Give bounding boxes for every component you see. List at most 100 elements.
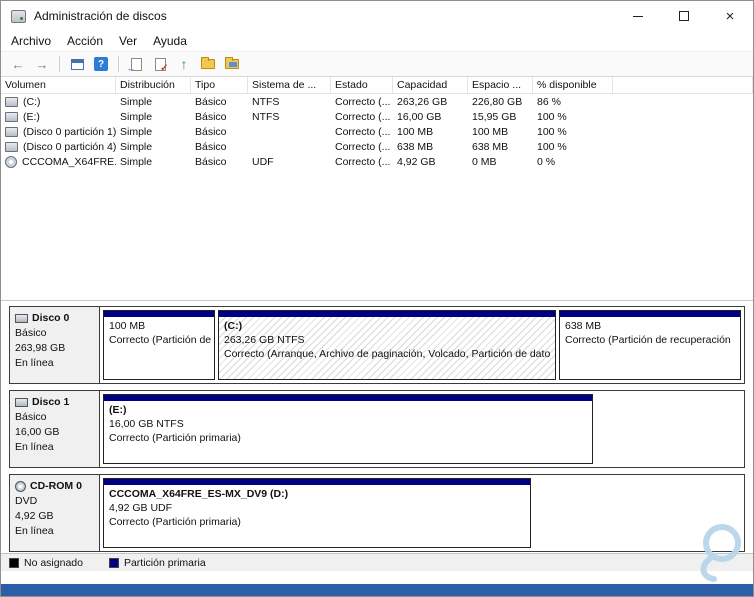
table-row[interactable]: (Disco 0 partición 4) Simple Básico Corr… <box>1 139 753 154</box>
legend-label: Partición primaria <box>123 556 206 569</box>
disk-type: Básico <box>15 411 47 423</box>
cd-icon <box>15 481 26 492</box>
menu-archivo[interactable]: Archivo <box>3 32 59 50</box>
disk-status: En línea <box>15 525 54 537</box>
column-header-distribucion[interactable]: Distribución <box>116 77 191 93</box>
disk-size: 263,98 GB <box>15 342 66 354</box>
toolbar-separator <box>118 56 119 72</box>
volume-list-pane: Volumen Distribución Tipo Sistema de ...… <box>1 77 753 301</box>
partition-size: 100 MB <box>109 320 146 332</box>
volume-name-cell: (Disco 0 partición 4) <box>1 141 116 153</box>
partition-status: Correcto (Partición primaria) <box>109 432 241 444</box>
partition-system-reserved[interactable]: 100 MB Correcto (Partición de s <box>103 310 215 380</box>
menu-ver[interactable]: Ver <box>111 32 145 50</box>
cd-icon <box>5 155 17 168</box>
drive-icon <box>5 126 18 137</box>
partition-e[interactable]: (E:) 16,00 GB NTFS Correcto (Partición p… <box>103 394 593 464</box>
column-header-estado[interactable]: Estado <box>331 77 393 93</box>
minimize-icon <box>633 15 643 17</box>
up-level-icon[interactable]: ↑ <box>173 54 195 74</box>
partition-status: Correcto (Partición de s <box>109 334 214 346</box>
disk-row-disco-1: Disco 1 Básico 16,00 GB En línea (E:) 16… <box>9 390 745 468</box>
legend-swatch-primary <box>108 557 119 568</box>
column-header-espacio[interactable]: Espacio ... <box>468 77 533 93</box>
disk-label-cdrom-0[interactable]: CD-ROM 0 DVD 4,92 GB En línea <box>10 475 100 551</box>
disk-row-cdrom-0: CD-ROM 0 DVD 4,92 GB En línea CCCOMA_X64… <box>9 474 745 552</box>
disk-icon <box>15 398 28 407</box>
volume-name-cell: (Disco 0 partición 1) <box>1 126 116 138</box>
toolbar: ← → ? ← ✓ ↑ <box>1 51 753 77</box>
volume-name-cell: (C:) <box>1 96 116 108</box>
disk-size: 4,92 GB <box>15 510 54 522</box>
partition-title: CCCOMA_X64FRE_ES-MX_DV9 (D:) <box>109 488 289 500</box>
properties-icon[interactable]: ← <box>125 54 147 74</box>
menu-ayuda[interactable]: Ayuda <box>145 32 195 50</box>
app-icon <box>11 9 26 23</box>
partition-c[interactable]: (C:) 263,26 GB NTFS Correcto (Arranque, … <box>218 310 556 380</box>
table-row[interactable]: (C:) Simple Básico NTFS Correcto (... 26… <box>1 94 753 109</box>
partition-status: Correcto (Partición primaria) <box>109 516 241 528</box>
legend-label: No asignado <box>24 556 83 569</box>
folder-settings-icon[interactable] <box>221 54 243 74</box>
column-header-capacidad[interactable]: Capacidad <box>393 77 468 93</box>
legend-item-primary: Partición primaria <box>108 556 206 569</box>
maximize-button[interactable] <box>661 1 707 31</box>
graphical-disk-pane: Disco 0 Básico 263,98 GB En línea 100 MB… <box>1 301 753 553</box>
partition-status: Correcto (Partición de recuperación <box>565 334 731 346</box>
folder-icon[interactable] <box>197 54 219 74</box>
table-row[interactable]: (Disco 0 partición 1) Simple Básico Corr… <box>1 124 753 139</box>
table-row[interactable]: (E:) Simple Básico NTFS Correcto (... 16… <box>1 109 753 124</box>
close-icon: × <box>725 7 735 25</box>
disk-type: Básico <box>15 327 47 339</box>
partition-title: (C:) <box>224 320 243 332</box>
partition-d[interactable]: CCCOMA_X64FRE_ES-MX_DV9 (D:) 4,92 GB UDF… <box>103 478 531 548</box>
disk-status: En línea <box>15 441 54 453</box>
toolbar-separator <box>59 56 60 72</box>
drive-icon <box>5 141 18 152</box>
legend-item-unallocated: No asignado <box>9 557 83 569</box>
titlebar: Administración de discos × <box>1 1 753 31</box>
disk-label-disco-0[interactable]: Disco 0 Básico 263,98 GB En línea <box>10 307 100 383</box>
partition-recovery[interactable]: 638 MB Correcto (Partición de recuperaci… <box>559 310 741 380</box>
disk-management-window: Administración de discos × Archivo Acció… <box>0 0 754 597</box>
drive-icon <box>5 111 18 122</box>
partition-status: Correcto (Arranque, Archivo de paginació… <box>224 348 551 360</box>
disk-type: DVD <box>15 495 38 507</box>
partition-title: (E:) <box>109 404 127 416</box>
partition-size: 638 MB <box>565 320 602 332</box>
drive-icon <box>5 96 18 107</box>
volume-name-cell: CCCOMA_X64FRE... <box>1 155 116 168</box>
column-header-filler <box>613 77 753 93</box>
column-header-volumen[interactable]: Volumen <box>1 77 116 93</box>
disk-icon <box>15 314 28 323</box>
rescan-disks-icon[interactable]: ✓ <box>149 54 171 74</box>
minimize-button[interactable] <box>615 1 661 31</box>
partition-size: 16,00 GB NTFS <box>109 418 184 430</box>
menu-accion[interactable]: Acción <box>59 32 111 50</box>
column-header-tipo[interactable]: Tipo <box>191 77 248 93</box>
footer-space <box>1 571 753 584</box>
volume-name-cell: (E:) <box>1 111 116 123</box>
table-header-row: Volumen Distribución Tipo Sistema de ...… <box>1 77 753 94</box>
column-header-sistema[interactable]: Sistema de ... <box>248 77 331 93</box>
maximize-icon <box>679 11 689 21</box>
help-icon[interactable]: ? <box>90 54 112 74</box>
close-button[interactable]: × <box>707 1 753 31</box>
back-icon[interactable]: ← <box>7 54 29 74</box>
disk-row-disco-0: Disco 0 Básico 263,98 GB En línea 100 MB… <box>9 306 745 384</box>
legend-bar: No asignado Partición primaria <box>1 553 753 571</box>
partition-size: 263,26 GB NTFS <box>224 334 305 346</box>
console-tree-icon[interactable] <box>66 54 88 74</box>
menubar: Archivo Acción Ver Ayuda <box>1 31 753 51</box>
legend-swatch-unallocated <box>9 557 19 568</box>
column-header-disponible[interactable]: % disponible <box>533 77 613 93</box>
disk-size: 16,00 GB <box>15 426 60 438</box>
disk-status: En línea <box>15 357 54 369</box>
partition-size: 4,92 GB UDF <box>109 502 173 514</box>
page-footer-strip <box>1 584 753 596</box>
disk-label-disco-1[interactable]: Disco 1 Básico 16,00 GB En línea <box>10 391 100 467</box>
window-title: Administración de discos <box>34 9 167 23</box>
table-row[interactable]: CCCOMA_X64FRE... Simple Básico UDF Corre… <box>1 154 753 169</box>
forward-icon[interactable]: → <box>31 54 53 74</box>
watermark-logo <box>700 524 741 582</box>
